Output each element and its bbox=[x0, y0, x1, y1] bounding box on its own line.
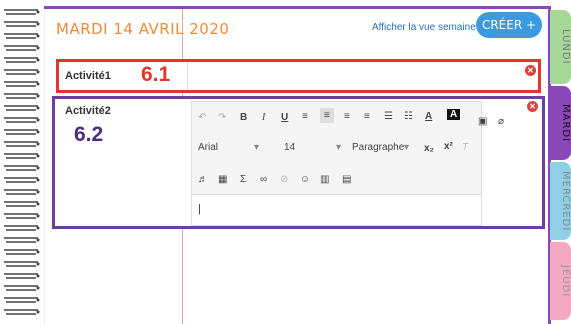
music-icon[interactable]: ♬ bbox=[198, 174, 208, 185]
font-family-select[interactable]: Arial bbox=[198, 142, 218, 153]
create-button[interactable]: CRÉER + bbox=[476, 12, 542, 38]
editor-content-area[interactable]: | bbox=[192, 194, 481, 225]
video-icon[interactable]: ▦ bbox=[218, 174, 227, 185]
text-cursor: | bbox=[198, 203, 201, 215]
activity-label: Activité2 bbox=[65, 105, 111, 117]
unlink-icon[interactable]: ⊘ bbox=[280, 174, 288, 185]
underline-icon[interactable]: U bbox=[281, 112, 288, 123]
page-date-title: MARDI 14 AVRIL 2020 bbox=[56, 20, 230, 38]
close-icon[interactable]: ✕ bbox=[525, 65, 536, 76]
link-icon[interactable]: ∞ bbox=[260, 174, 267, 185]
align-left-icon[interactable]: ≡ bbox=[344, 111, 350, 122]
chevron-down-icon[interactable]: ▾ bbox=[336, 142, 341, 153]
activity-row-1: Activité1 6.1 ✕ bbox=[56, 59, 541, 93]
bullet-list-icon[interactable]: ☰ bbox=[384, 111, 393, 122]
activity-number: 6.2 bbox=[74, 123, 104, 146]
redo-icon[interactable]: ↷ bbox=[218, 112, 226, 123]
superscript-icon[interactable]: x² bbox=[444, 141, 453, 152]
document-icon[interactable]: ▤ bbox=[342, 174, 351, 185]
tab-lundi[interactable]: LUNDI bbox=[550, 10, 571, 84]
subscript-icon[interactable]: x₂ bbox=[424, 143, 434, 154]
rich-text-editor: ↶ ↷ B I U ≡ ≡ ≡ ≡ ☰ ☷ A A Arial ▾ 14 ▾ P… bbox=[191, 101, 482, 226]
tab-mardi[interactable]: MARDI bbox=[550, 86, 571, 160]
numbered-list-icon[interactable]: ☷ bbox=[404, 111, 413, 122]
text-color-icon[interactable]: A bbox=[425, 111, 432, 122]
bold-icon[interactable]: B bbox=[240, 112, 247, 123]
align-right-icon[interactable]: ≡ bbox=[364, 111, 370, 122]
tab-jeudi[interactable]: JEUDI bbox=[550, 242, 571, 320]
insert-image-icon[interactable]: ▣ bbox=[478, 116, 487, 127]
align-center-icon[interactable]: ≡ bbox=[320, 108, 334, 123]
tab-mercredi[interactable]: MERCREDI bbox=[550, 162, 571, 240]
italic-icon[interactable]: I bbox=[262, 112, 265, 123]
emoji-icon[interactable]: ☺ bbox=[300, 174, 310, 185]
activity-input[interactable] bbox=[187, 62, 539, 90]
close-icon[interactable]: ✕ bbox=[527, 101, 538, 112]
background-color-icon[interactable]: A bbox=[447, 109, 461, 120]
activity-label: Activité1 bbox=[65, 70, 111, 82]
clear-format-icon[interactable]: T bbox=[462, 142, 468, 153]
spiral-binding bbox=[4, 9, 40, 315]
attachment-icon[interactable]: ⌀ bbox=[498, 116, 504, 127]
formula-icon[interactable]: Σ bbox=[240, 174, 246, 185]
week-view-link[interactable]: Afficher la vue semaine bbox=[372, 22, 476, 33]
align-justify-icon[interactable]: ≡ bbox=[302, 111, 308, 122]
table-icon[interactable]: ▥ bbox=[320, 174, 329, 185]
activity-number: 6.1 bbox=[141, 63, 171, 86]
font-size-select[interactable]: 14 bbox=[284, 142, 295, 153]
paragraph-style-select[interactable]: Paragraphe bbox=[352, 142, 404, 153]
activity-row-2: Activité2 6.2 ✕ ↶ ↷ B I U ≡ ≡ ≡ ≡ ☰ ☷ A … bbox=[52, 96, 545, 229]
chevron-down-icon[interactable]: ▾ bbox=[254, 142, 259, 153]
undo-icon[interactable]: ↶ bbox=[198, 112, 206, 123]
chevron-down-icon[interactable]: ▾ bbox=[404, 142, 409, 153]
